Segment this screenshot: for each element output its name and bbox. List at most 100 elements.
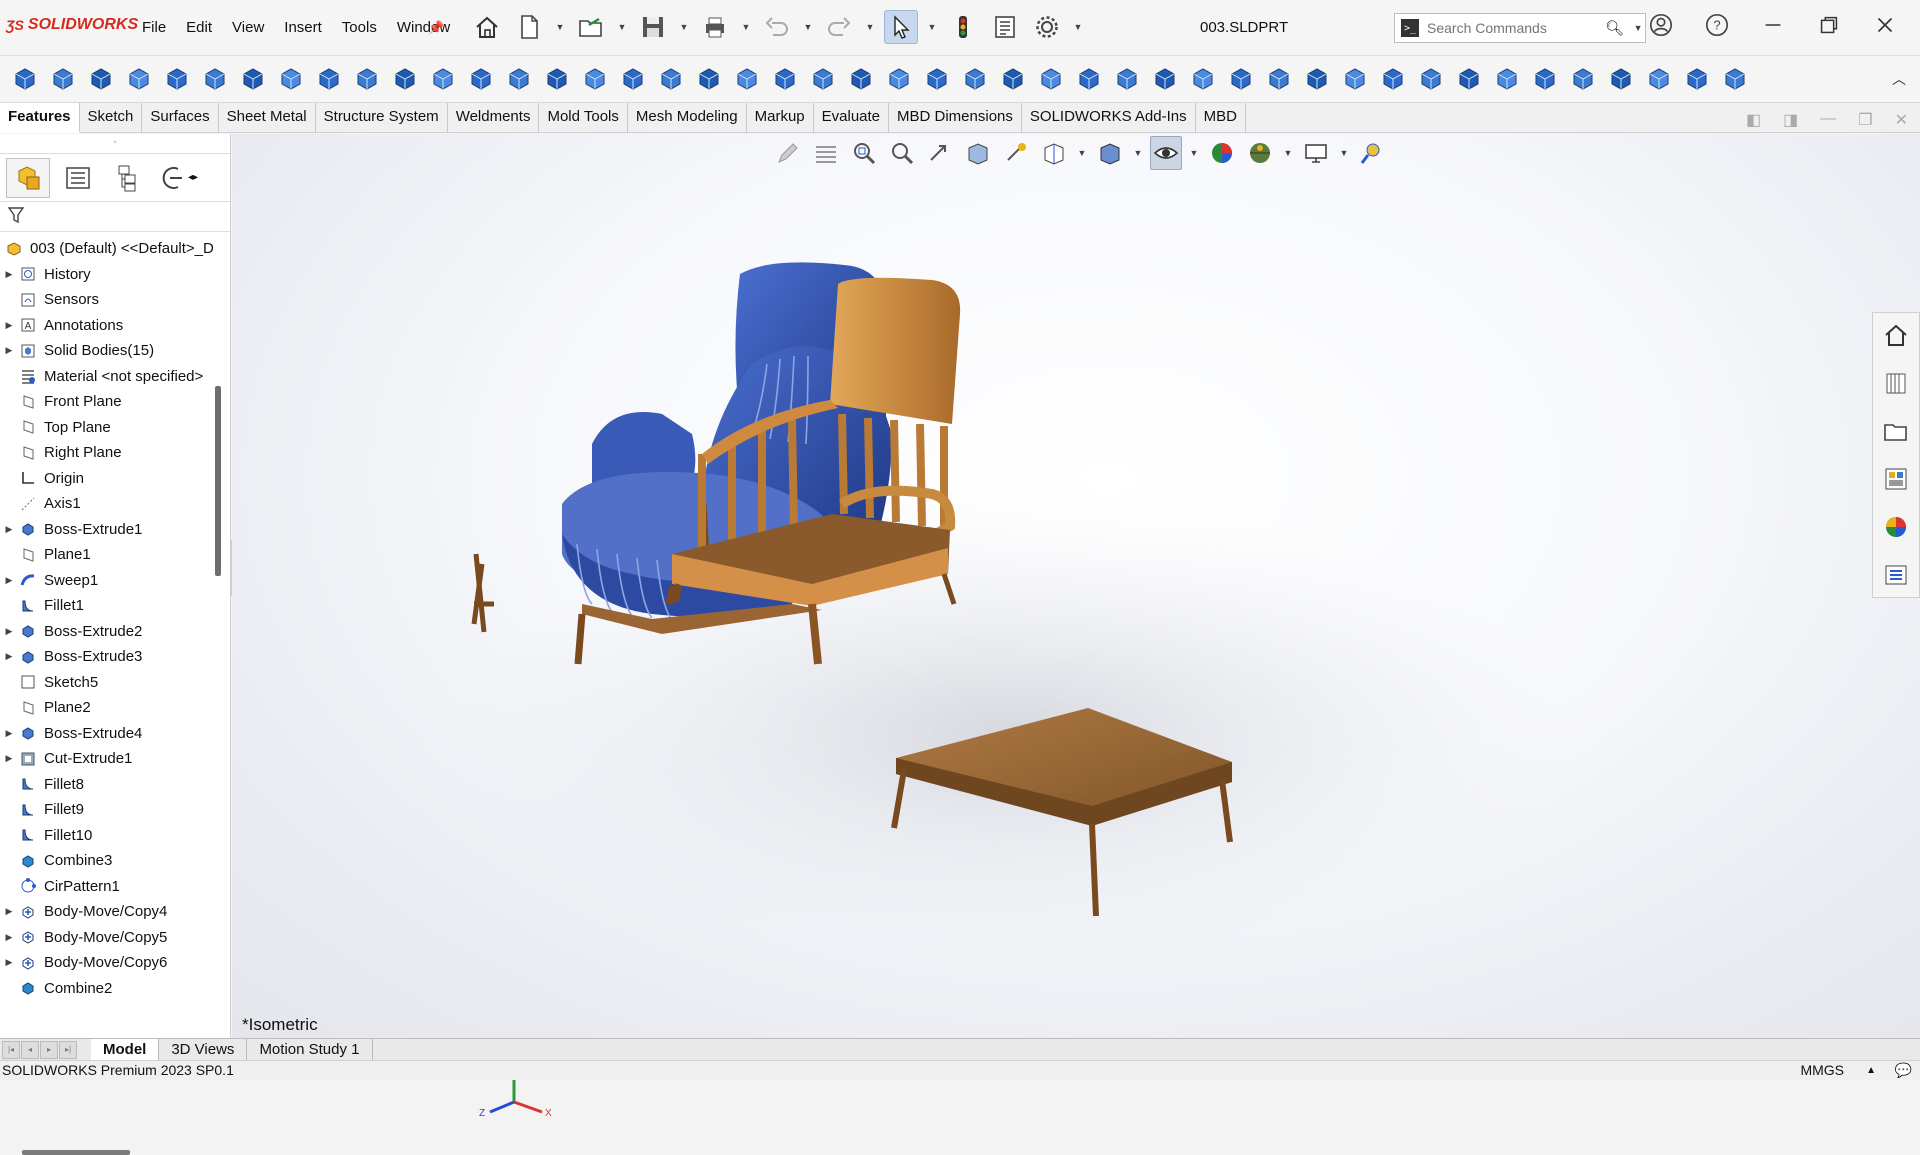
- cavity-icon[interactable]: [1262, 62, 1296, 96]
- wrap-tool-icon[interactable]: [1224, 62, 1258, 96]
- curve-pattern-icon[interactable]: [1490, 62, 1524, 96]
- expand-arrow-icon[interactable]: ▶: [0, 932, 18, 943]
- fillet-icon[interactable]: [426, 62, 460, 96]
- revolved-cut-icon[interactable]: [274, 62, 308, 96]
- expand-arrow-icon[interactable]: ▶: [0, 524, 18, 535]
- expand-arrow-icon[interactable]: ▶: [0, 753, 18, 764]
- tree-node[interactable]: ▶ Cut-Extrude1: [0, 746, 230, 772]
- pencil-icon[interactable]: [772, 136, 804, 170]
- chevron-down-icon[interactable]: ▼: [1132, 148, 1144, 158]
- search-input[interactable]: [1427, 20, 1597, 36]
- quick-tips-icon[interactable]: 💬: [1895, 1061, 1912, 1080]
- chevron-right-icon[interactable]: ▸: [193, 172, 198, 183]
- panel-grip[interactable]: ◦: [0, 134, 230, 154]
- help-icon[interactable]: ?: [1700, 8, 1734, 42]
- delete-body-icon[interactable]: [958, 62, 992, 96]
- chevron-down-icon[interactable]: ▼: [616, 22, 628, 32]
- variable-pattern-icon[interactable]: [1414, 62, 1448, 96]
- menu-view[interactable]: View: [232, 19, 264, 36]
- solidworks-resources-icon[interactable]: [1879, 317, 1913, 353]
- intersection-curve-icon[interactable]: [1642, 62, 1676, 96]
- tile-left-icon[interactable]: ◧: [1746, 110, 1761, 130]
- tree-node[interactable]: ▶ Solid Bodies(15): [0, 338, 230, 364]
- rebuild-icon[interactable]: [946, 10, 980, 44]
- face-curves-icon[interactable]: [1680, 62, 1714, 96]
- tree-scrollbar-horizontal[interactable]: [22, 1150, 130, 1155]
- tile-right-icon[interactable]: ◨: [1783, 110, 1798, 130]
- split-icon[interactable]: [882, 62, 916, 96]
- chevron-down-icon[interactable]: ▼: [1338, 148, 1350, 158]
- tree-node[interactable]: Top Plane: [0, 415, 230, 441]
- freeform-icon[interactable]: [1072, 62, 1106, 96]
- chevron-down-icon[interactable]: ▼: [864, 22, 876, 32]
- chamfer-icon[interactable]: [1376, 62, 1410, 96]
- tab-model[interactable]: Model: [91, 1038, 160, 1061]
- tab-mbd-dimensions[interactable]: MBD Dimensions: [889, 103, 1022, 133]
- expand-arrow-icon[interactable]: ▶: [0, 957, 18, 968]
- restore-icon[interactable]: [1812, 8, 1846, 42]
- design-library-icon[interactable]: [1879, 365, 1913, 401]
- tree-node[interactable]: Plane2: [0, 695, 230, 721]
- tree-node[interactable]: ▶ Boss-Extrude2: [0, 619, 230, 645]
- wrap-icon[interactable]: [540, 62, 574, 96]
- tab-3d-views[interactable]: 3D Views: [159, 1038, 248, 1061]
- appearances-icon[interactable]: [1879, 509, 1913, 545]
- menu-edit[interactable]: Edit: [186, 19, 212, 36]
- expand-arrow-icon[interactable]: ▶: [0, 269, 18, 280]
- lofted-boss-icon[interactable]: [122, 62, 156, 96]
- tab-motion-study[interactable]: Motion Study 1: [247, 1038, 373, 1061]
- chevron-down-icon[interactable]: ▼: [1632, 23, 1644, 33]
- section-view-icon[interactable]: [962, 136, 994, 170]
- user-account-icon[interactable]: [1644, 8, 1678, 42]
- tree-node[interactable]: ▶ Body-Move/Copy4: [0, 899, 230, 925]
- tab-features[interactable]: Features: [0, 103, 80, 133]
- chevron-down-icon[interactable]: ▼: [740, 22, 752, 32]
- tree-node[interactable]: Front Plane: [0, 389, 230, 415]
- intersect-icon[interactable]: [616, 62, 650, 96]
- tree-node[interactable]: Origin: [0, 466, 230, 492]
- expand-arrow-icon[interactable]: ▶: [0, 345, 18, 356]
- lofted-cut-icon[interactable]: [350, 62, 384, 96]
- tree-scrollbar-vertical[interactable]: [215, 386, 221, 576]
- boundary-cut-icon[interactable]: [388, 62, 422, 96]
- edit-appearance-icon[interactable]: [1206, 136, 1238, 170]
- tab-markup[interactable]: Markup: [747, 103, 814, 133]
- chevron-down-icon[interactable]: ▼: [926, 22, 938, 32]
- hole-wizard-icon[interactable]: [236, 62, 270, 96]
- extruded-boss-icon[interactable]: [8, 62, 42, 96]
- scale-icon[interactable]: [1110, 62, 1144, 96]
- close-icon[interactable]: [1868, 8, 1902, 42]
- tab-weldments[interactable]: Weldments: [448, 103, 540, 133]
- tree-node[interactable]: Fillet1: [0, 593, 230, 619]
- projected-curve-icon[interactable]: [1566, 62, 1600, 96]
- tab-evaluate[interactable]: Evaluate: [814, 103, 890, 133]
- chevron-down-icon[interactable]: ▼: [678, 22, 690, 32]
- extruded-cut-icon[interactable]: [198, 62, 232, 96]
- tab-sketch[interactable]: Sketch: [80, 103, 143, 133]
- split-line-icon[interactable]: [1528, 62, 1562, 96]
- swept-boss-icon[interactable]: [84, 62, 118, 96]
- zoom-to-area-icon[interactable]: [886, 136, 918, 170]
- home-icon[interactable]: [470, 10, 504, 44]
- expand-arrow-icon[interactable]: ▶: [0, 320, 18, 331]
- expand-arrow-icon[interactable]: ▶: [0, 626, 18, 637]
- chevron-down-icon[interactable]: ▼: [1188, 148, 1200, 158]
- tree-node[interactable]: ▶ Boss-Extrude1: [0, 517, 230, 543]
- dynamic-annotation-icon[interactable]: [1000, 136, 1032, 170]
- boundary-boss-icon[interactable]: [160, 62, 194, 96]
- helix-icon[interactable]: [1604, 62, 1638, 96]
- unit-system[interactable]: MMGS: [1800, 1061, 1844, 1080]
- dimxpert-manager-tab-icon[interactable]: ◂ ▸: [156, 158, 200, 198]
- draft-icon[interactable]: [578, 62, 612, 96]
- menu-tools[interactable]: Tools: [342, 19, 377, 36]
- apply-scene-icon[interactable]: [1244, 136, 1276, 170]
- chevron-down-icon[interactable]: ▼: [1282, 148, 1294, 158]
- tree-node[interactable]: Plane1: [0, 542, 230, 568]
- tree-node[interactable]: Combine3: [0, 848, 230, 874]
- search-icon[interactable]: 🔍︎: [1605, 19, 1624, 37]
- curves-icon[interactable]: [768, 62, 802, 96]
- rib-icon[interactable]: [502, 62, 536, 96]
- tree-node[interactable]: Combine2: [0, 976, 230, 1002]
- print-icon[interactable]: [698, 10, 732, 44]
- file-properties-icon[interactable]: [988, 10, 1022, 44]
